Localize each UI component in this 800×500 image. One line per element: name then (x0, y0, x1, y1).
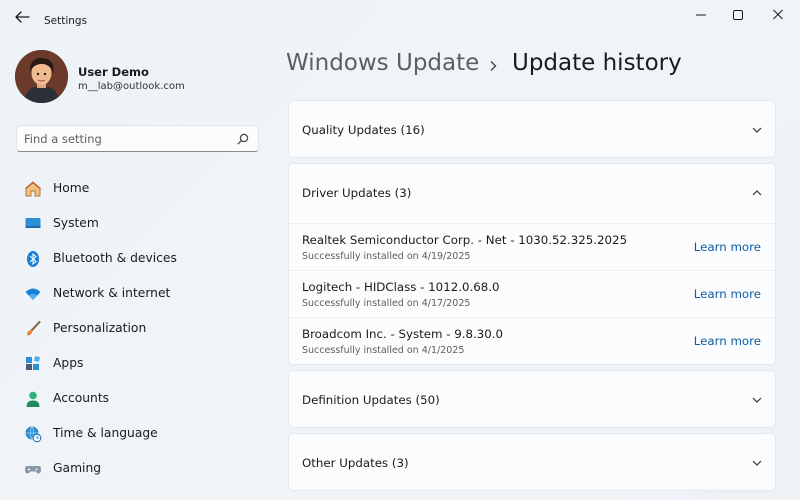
driver-updates-header[interactable]: Driver Updates (3) (289, 164, 777, 222)
list-item: Broadcom Inc. - System - 9.8.30.0 Succes… (289, 317, 777, 364)
sidebar-item-system[interactable]: System (16, 208, 259, 240)
maximize-icon (733, 10, 743, 20)
driver-updates-section: Driver Updates (3) Realtek Semiconductor… (288, 163, 777, 365)
quality-updates-header[interactable]: Quality Updates (16) (289, 101, 777, 159)
sidebar-item-label: Accounts (53, 391, 110, 405)
quality-updates-section: Quality Updates (16) (288, 100, 776, 158)
update-name: Broadcom Inc. - System - 9.8.30.0 (302, 327, 504, 341)
update-name: Realtek Semiconductor Corp. - Net - 1030… (302, 233, 628, 247)
user-email: m__lab@outlook.com (78, 81, 185, 92)
user-avatar-icon (15, 50, 68, 103)
section-title: Driver Updates (3) (302, 186, 412, 200)
minimize-icon (696, 14, 706, 16)
learn-more-link[interactable]: Learn more (694, 240, 761, 254)
user-name: User Demo (78, 65, 149, 79)
sidebar-item-accounts[interactable]: Accounts (16, 383, 259, 415)
chevron-up-icon (752, 190, 762, 196)
sidebar-item-label: Home (53, 181, 90, 195)
sidebar-item-label: Apps (53, 356, 84, 370)
system-icon (25, 218, 41, 228)
page-title: Update history (512, 50, 682, 76)
brush-icon (27, 320, 41, 336)
definition-updates-header[interactable]: Definition Updates (50) (289, 371, 777, 429)
sidebar-item-personalization[interactable]: Personalization (16, 313, 259, 345)
chevron-down-icon (752, 460, 762, 466)
minimize-button[interactable] (690, 6, 712, 24)
list-item: Realtek Semiconductor Corp. - Net - 1030… (289, 223, 777, 270)
home-icon (25, 181, 41, 197)
close-button[interactable] (767, 6, 789, 24)
section-title: Quality Updates (16) (302, 123, 425, 137)
sidebar-item-label: Gaming (53, 461, 102, 475)
section-title: Other Updates (3) (302, 456, 409, 470)
definition-updates-section: Definition Updates (50) (288, 370, 776, 428)
learn-more-link[interactable]: Learn more (694, 287, 761, 301)
chevron-down-icon (752, 397, 762, 403)
sidebar-item-gaming[interactable]: Gaming (16, 453, 259, 485)
globe-clock-icon (25, 426, 42, 443)
app-title: Settings (44, 15, 88, 27)
bluetooth-icon (27, 251, 39, 267)
chevron-down-icon (752, 127, 762, 133)
search-box[interactable] (16, 125, 259, 152)
update-status: Successfully installed on 4/1/2025 (302, 345, 465, 356)
sidebar-item-home[interactable]: Home (16, 173, 259, 205)
title-bar: Settings (0, 0, 800, 32)
other-updates-section: Other Updates (3) (288, 433, 776, 491)
list-item: Logitech - HIDClass - 1012.0.68.0 Succes… (289, 270, 777, 317)
sidebar-item-apps[interactable]: Apps (16, 348, 259, 380)
sidebar-item-bluetooth[interactable]: Bluetooth & devices (16, 243, 259, 275)
other-updates-header[interactable]: Other Updates (3) (289, 434, 777, 492)
accounts-icon (26, 391, 40, 407)
update-status: Successfully installed on 4/19/2025 (302, 251, 471, 262)
close-icon (773, 9, 783, 20)
gamepad-icon (25, 466, 41, 474)
learn-more-link[interactable]: Learn more (694, 334, 761, 348)
section-title: Definition Updates (50) (302, 393, 440, 407)
sidebar-item-network[interactable]: Network & internet (16, 278, 259, 310)
back-button[interactable] (12, 9, 32, 25)
sidebar-item-label: Bluetooth & devices (53, 251, 177, 265)
sidebar-item-label: Time & language (53, 426, 158, 440)
sidebar-item-time-language[interactable]: Time & language (16, 418, 259, 450)
wifi-icon (25, 288, 41, 300)
search-icon[interactable] (237, 133, 249, 145)
chevron-right-icon (490, 61, 497, 71)
sidebar-item-label: Personalization (53, 321, 147, 335)
back-arrow-icon (15, 11, 30, 23)
maximize-button[interactable] (727, 6, 749, 24)
search-input[interactable] (24, 130, 229, 148)
breadcrumb-parent-link[interactable]: Windows Update (286, 50, 479, 76)
update-status: Successfully installed on 4/17/2025 (302, 298, 471, 309)
apps-icon (26, 355, 41, 370)
sidebar-item-label: Network & internet (53, 286, 171, 300)
avatar[interactable] (15, 50, 68, 103)
update-name: Logitech - HIDClass - 1012.0.68.0 (302, 280, 500, 294)
sidebar-item-label: System (53, 216, 99, 230)
